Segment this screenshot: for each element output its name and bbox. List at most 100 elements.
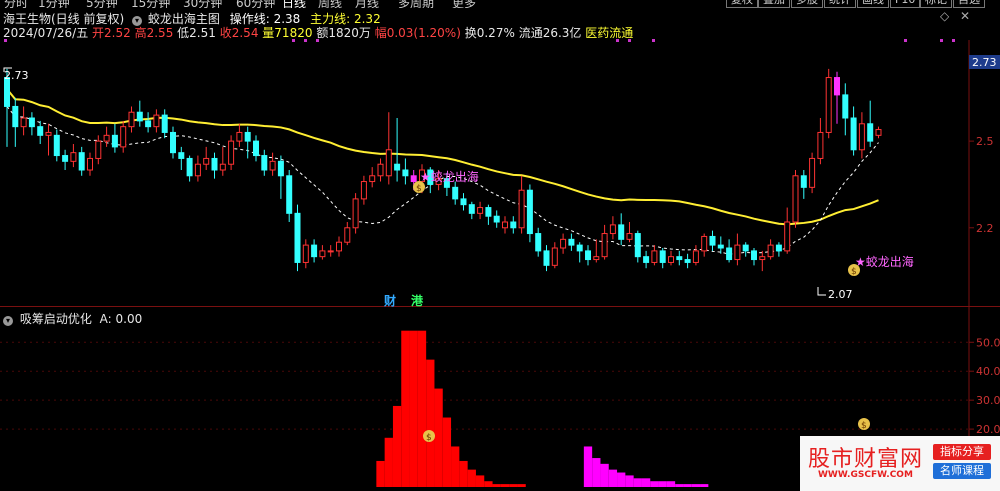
indicator-bar: [376, 460, 385, 487]
candle: [502, 221, 508, 229]
indicator-bar: [434, 388, 443, 487]
candle: [543, 250, 550, 266]
candle: [45, 131, 52, 136]
candle: [253, 140, 259, 157]
indicator-bar: [658, 481, 667, 487]
candle: [244, 131, 251, 142]
candle: [800, 175, 807, 188]
candle: [319, 250, 326, 258]
indicator-bar: [592, 458, 601, 487]
candle: [560, 238, 567, 249]
candle: [385, 149, 392, 177]
indicator-bar: [426, 359, 435, 487]
indicator-bar: [691, 484, 701, 487]
candle: [211, 157, 218, 171]
signal-dot: [652, 39, 655, 42]
indicator-bar: [492, 484, 501, 487]
candle: [551, 247, 558, 266]
candle: [792, 175, 799, 223]
candle: [111, 134, 118, 148]
candle: [120, 126, 127, 148]
candle: [518, 189, 525, 229]
indicator-bar: [409, 330, 418, 487]
indicator-bar: [500, 484, 510, 487]
indicator-bar: [517, 484, 526, 487]
signal-dot: [940, 39, 943, 42]
indicator-bar: [650, 481, 659, 487]
candle: [568, 238, 575, 246]
watermark-name: 股市财富网: [808, 447, 924, 472]
indicator-bar: [442, 417, 452, 487]
svg-text:$: $: [426, 433, 432, 443]
candle: [734, 244, 741, 261]
candle: [28, 117, 35, 128]
candle: [261, 155, 268, 171]
candle: [78, 152, 85, 171]
candle: [867, 123, 874, 142]
indicator-bar: [683, 484, 692, 487]
event-tag-1[interactable]: 财: [383, 293, 396, 308]
candle: [618, 224, 625, 240]
candle: [477, 207, 484, 214]
candle: [128, 111, 135, 128]
candle: [593, 256, 600, 261]
candle: [726, 247, 733, 261]
candle: [277, 160, 284, 177]
signal-dot: [904, 39, 907, 42]
signal-dot: [304, 39, 307, 42]
svg-text:$: $: [851, 267, 857, 277]
candle: [311, 244, 318, 258]
ind-y-tick-label: 40.0: [976, 365, 1000, 378]
money-bag-icon: $: [413, 181, 425, 194]
candle: [651, 250, 658, 263]
candle: [875, 129, 882, 136]
indicator-bar: [641, 478, 651, 487]
indicator-bar: [392, 405, 402, 487]
candle: [87, 157, 93, 171]
candle: [692, 250, 699, 263]
indicator-bar: [384, 437, 393, 487]
main-y-tick-label: 2.2: [976, 222, 994, 235]
indicator-bar: [583, 446, 593, 487]
indicator-bar: [675, 484, 684, 487]
money-bag-icon: $: [848, 264, 860, 277]
signal-dot: [616, 39, 619, 42]
candle: [742, 244, 749, 252]
candle: [460, 198, 467, 206]
indicator-bar: [451, 446, 460, 487]
candle: [817, 131, 824, 159]
indicator-bar: [475, 475, 485, 487]
signal-label-2: ★蛟龙出海: [855, 254, 914, 269]
candle: [194, 163, 201, 177]
candle: [62, 155, 69, 162]
candle: [369, 175, 376, 183]
candle: [784, 221, 791, 252]
signal-dot: [628, 39, 631, 42]
candle: [20, 117, 27, 128]
candle: [136, 111, 143, 122]
ind-y-tick-label: 30.0: [976, 394, 1000, 407]
event-tag-2[interactable]: 港: [411, 293, 424, 308]
candle: [286, 175, 293, 214]
candle: [759, 256, 766, 261]
candle: [601, 233, 608, 258]
candle: [12, 105, 19, 128]
indicator-bar: [509, 484, 518, 487]
candle: [825, 77, 832, 133]
candle: [294, 212, 301, 263]
watermark-tag-share[interactable]: 指标分享: [933, 444, 991, 460]
candle: [609, 224, 616, 235]
signal-label-1: ★蛟龙出海: [420, 169, 479, 184]
candle: [576, 244, 583, 252]
candle: [153, 114, 160, 128]
ind-y-tick-label: 20.0: [976, 423, 1000, 436]
candle: [203, 157, 210, 165]
candle: [103, 134, 110, 142]
indicator-bar: [484, 481, 493, 487]
svg-text:$: $: [416, 184, 422, 194]
candle: [352, 198, 359, 229]
candle: [634, 233, 641, 258]
candle: [858, 123, 865, 151]
candle: [535, 233, 542, 252]
watermark-tag-course[interactable]: 名师课程: [933, 463, 991, 479]
